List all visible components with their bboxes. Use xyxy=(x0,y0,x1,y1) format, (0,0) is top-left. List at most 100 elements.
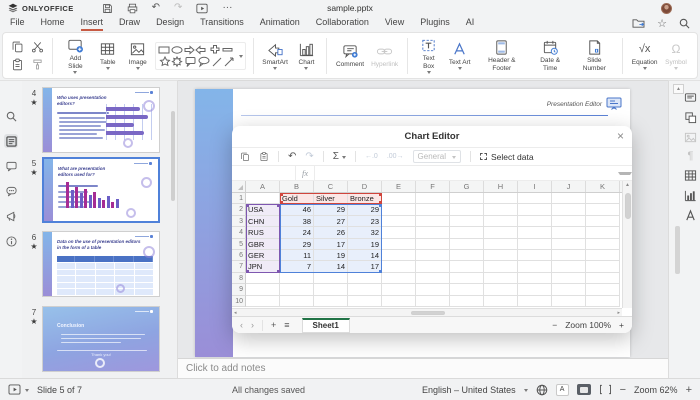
canvas-scrollbar[interactable] xyxy=(675,226,680,274)
cell-A2[interactable]: USA xyxy=(246,204,280,215)
notes-area[interactable]: Click to add notes xyxy=(178,358,668,378)
slide-settings-icon[interactable] xyxy=(684,91,697,104)
cell-J10[interactable] xyxy=(552,296,586,307)
cell-E1[interactable] xyxy=(382,193,416,204)
cell-K6[interactable] xyxy=(586,250,620,261)
cell-F7[interactable] xyxy=(416,261,450,272)
cell-C6[interactable]: 19 xyxy=(314,250,348,261)
cell-I3[interactable] xyxy=(518,216,552,227)
slide-4-thumbnail[interactable]: Who uses presentation editors? xyxy=(42,87,160,153)
caret-down-icon[interactable] xyxy=(25,389,29,392)
cell-D6[interactable]: 14 xyxy=(348,250,382,261)
header-footer-button[interactable]: Header & Footer xyxy=(475,37,529,74)
cell-D4[interactable]: 32 xyxy=(348,227,382,238)
more-actions-icon[interactable]: ··· xyxy=(222,3,232,13)
row-header-1[interactable]: 1 xyxy=(232,193,246,204)
vscroll-thumb[interactable] xyxy=(625,193,631,219)
column-header-H[interactable]: H xyxy=(484,181,518,192)
shapes-more-icon[interactable] xyxy=(239,55,243,58)
cell-D2[interactable]: 29 xyxy=(348,204,382,215)
cell-H4[interactable] xyxy=(484,227,518,238)
cell-G8[interactable] xyxy=(450,273,484,284)
cell-A7[interactable]: JPN xyxy=(246,261,280,272)
start-slideshow-icon[interactable] xyxy=(8,384,21,395)
language-selector[interactable]: English – United States xyxy=(422,385,516,395)
cell-B9[interactable] xyxy=(280,284,314,295)
cell-B3[interactable]: 38 xyxy=(280,216,314,227)
sum-icon[interactable]: Σ xyxy=(333,152,346,162)
cell-J1[interactable] xyxy=(552,193,586,204)
cell-F9[interactable] xyxy=(416,284,450,295)
cell-C5[interactable]: 17 xyxy=(314,239,348,250)
cell-B1[interactable]: Gold xyxy=(280,193,314,204)
text-art-settings-icon[interactable] xyxy=(684,209,697,222)
menu-item-collaboration[interactable]: Collaboration xyxy=(316,17,369,31)
cell-H2[interactable] xyxy=(484,204,518,215)
formula-input[interactable] xyxy=(315,166,618,180)
menu-item-plugins[interactable]: Plugins xyxy=(420,17,450,31)
cell-I4[interactable] xyxy=(518,227,552,238)
equation-button[interactable]: √x Equation xyxy=(628,39,661,72)
close-icon[interactable]: × xyxy=(617,129,624,143)
row-header-7[interactable]: 7 xyxy=(232,261,246,272)
cell-E4[interactable] xyxy=(382,227,416,238)
cell-D7[interactable]: 17 xyxy=(348,261,382,272)
cell-E2[interactable] xyxy=(382,204,416,215)
cell-C1[interactable]: Silver xyxy=(314,193,348,204)
comment-button[interactable]: Comment xyxy=(332,41,367,70)
cell-D8[interactable] xyxy=(348,273,382,284)
cell-name-box[interactable] xyxy=(232,166,296,180)
save-icon[interactable] xyxy=(102,3,113,14)
row-header-8[interactable]: 8 xyxy=(232,273,246,284)
column-header-F[interactable]: F xyxy=(416,181,450,192)
set-language-globe-icon[interactable] xyxy=(536,384,548,396)
cell-D5[interactable]: 19 xyxy=(348,239,382,250)
sheet-vertical-scrollbar[interactable]: ▲ xyxy=(622,181,632,308)
column-header-C[interactable]: C xyxy=(314,181,348,192)
cell-H1[interactable] xyxy=(484,193,518,204)
cell-C7[interactable]: 14 xyxy=(314,261,348,272)
sheet-horizontal-scrollbar[interactable]: ◂ ▸ xyxy=(232,308,622,316)
redo-icon[interactable]: ↷ xyxy=(174,3,182,13)
spell-check-icon[interactable]: A xyxy=(556,384,569,396)
cell-G6[interactable] xyxy=(450,250,484,261)
cell-G9[interactable] xyxy=(450,284,484,295)
cell-A1[interactable] xyxy=(246,193,280,204)
cell-H10[interactable] xyxy=(484,296,518,307)
caret-down-icon[interactable] xyxy=(524,389,528,392)
next-sheet-icon[interactable]: › xyxy=(251,320,254,330)
cell-K10[interactable] xyxy=(586,296,620,307)
row-header-6[interactable]: 6 xyxy=(232,250,246,261)
column-header-K[interactable]: K xyxy=(586,181,620,192)
column-header-I[interactable]: I xyxy=(518,181,552,192)
column-header-B[interactable]: B xyxy=(280,181,314,192)
cell-H6[interactable] xyxy=(484,250,518,261)
favorite-star-icon[interactable]: ☆ xyxy=(657,19,667,29)
sheet-tab-sheet1[interactable]: Sheet1 xyxy=(302,318,350,333)
cell-E3[interactable] xyxy=(382,216,416,227)
column-header-D[interactable]: D xyxy=(348,181,382,192)
feedback-icon[interactable] xyxy=(4,209,18,223)
add-slide-button[interactable]: Add Slide xyxy=(58,35,93,76)
row-header-5[interactable]: 5 xyxy=(232,239,246,250)
chat-panel-icon[interactable] xyxy=(4,184,18,198)
row-header-4[interactable]: 4 xyxy=(232,227,246,238)
cell-K8[interactable] xyxy=(586,273,620,284)
cell-A5[interactable]: GBR xyxy=(246,239,280,250)
row-header-2[interactable]: 2 xyxy=(232,204,246,215)
cell-A10[interactable] xyxy=(246,296,280,307)
fit-to-width-icon[interactable] xyxy=(599,384,612,395)
cell-J5[interactable] xyxy=(552,239,586,250)
cell-E7[interactable] xyxy=(382,261,416,272)
start-slideshow-icon[interactable] xyxy=(196,3,208,14)
cut-icon[interactable] xyxy=(31,40,44,53)
text-art-button[interactable]: Text Art xyxy=(445,39,475,72)
cell-I10[interactable] xyxy=(518,296,552,307)
undo-icon[interactable]: ↶ xyxy=(152,3,160,13)
user-avatar[interactable] xyxy=(661,3,672,14)
cell-D9[interactable] xyxy=(348,284,382,295)
cell-F2[interactable] xyxy=(416,204,450,215)
cell-E6[interactable] xyxy=(382,250,416,261)
smartart-button[interactable]: SmartArt xyxy=(259,39,292,72)
menu-item-draw[interactable]: Draw xyxy=(119,17,140,31)
